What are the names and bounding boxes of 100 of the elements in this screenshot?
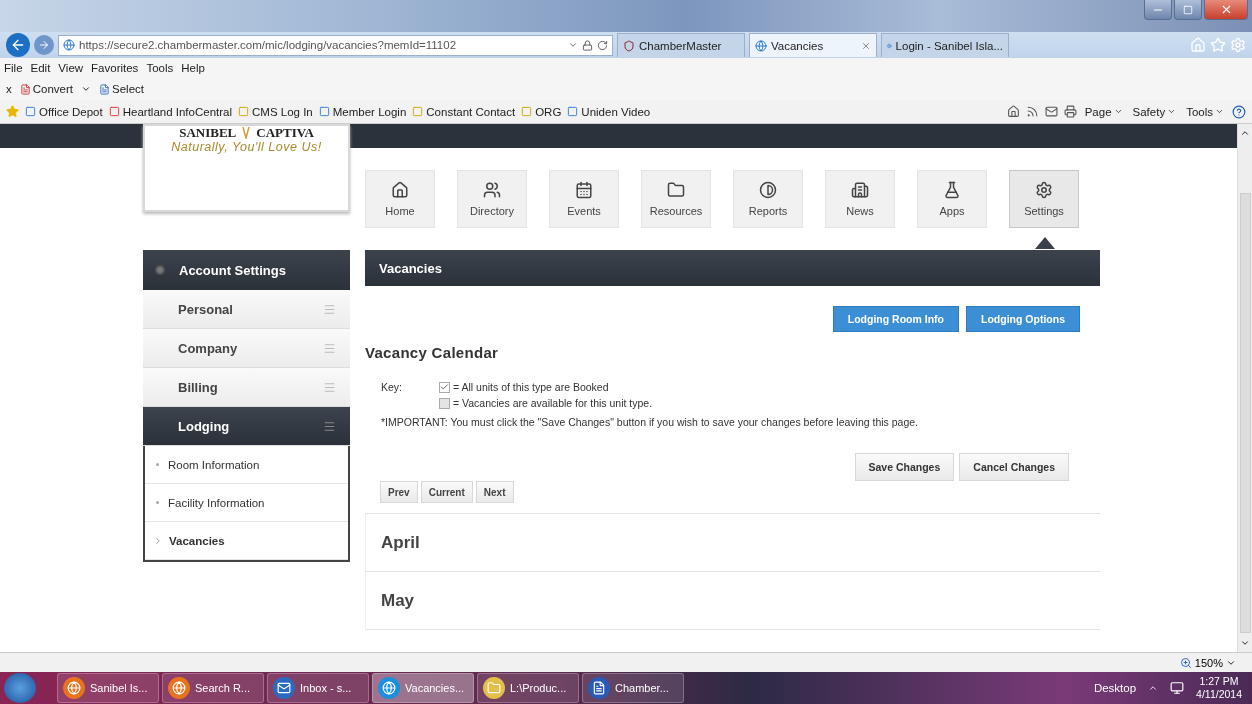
command-menu[interactable]: Page	[1082, 105, 1125, 118]
favorite-link[interactable]: Uniden Video	[567, 105, 651, 118]
action-button[interactable]: Cancel Changes	[959, 453, 1069, 481]
action-button[interactable]: Save Changes	[854, 453, 955, 481]
sidebar-subitem[interactable]: Facility Information	[145, 484, 348, 522]
taskbar-button[interactable]: L:\Produc...	[477, 673, 579, 703]
flask-icon	[943, 181, 961, 199]
caret-icon	[1215, 107, 1224, 116]
logo-tagline: Naturally, You'll Love Us!	[171, 140, 322, 154]
dropdown-icon[interactable]	[81, 84, 92, 94]
mail-icon[interactable]	[1044, 105, 1058, 118]
menu-item[interactable]: View	[58, 62, 84, 74]
nav-tile[interactable]: Resources	[641, 170, 711, 228]
favorite-link[interactable]: ORG	[521, 105, 562, 118]
month-header[interactable]: May	[366, 572, 1100, 630]
nav-tile[interactable]: Reports	[733, 170, 803, 228]
forward-arrow-icon	[38, 39, 50, 51]
clock[interactable]: 1:27 PM 4/11/2014	[1196, 675, 1242, 701]
address-field[interactable]: https://secure2.chambermaster.com/mic/lodging/vacancies?memId=11102	[58, 34, 613, 56]
minimize-button[interactable]	[1144, 0, 1172, 20]
menu-item[interactable]: Favorites	[91, 62, 139, 74]
sidebar-item[interactable]: Personal	[143, 290, 350, 329]
nav-tile[interactable]: Home	[365, 170, 435, 228]
nav-tile[interactable]: Directory	[457, 170, 527, 228]
taskbar-button[interactable]: Vacancies...	[372, 673, 474, 703]
close-toolbar[interactable]: x	[6, 83, 12, 95]
sidebar-item[interactable]: Billing	[143, 368, 350, 407]
mail-icon	[273, 677, 295, 699]
tray-expand-icon[interactable]	[1148, 683, 1159, 693]
menu-icon	[323, 380, 336, 394]
favorite-link[interactable]: Heartland InfoCentral	[108, 105, 233, 118]
logo-text: CAPTIVA	[256, 126, 314, 140]
menu-item[interactable]: Help	[181, 62, 205, 74]
dropdown-icon[interactable]	[568, 40, 578, 50]
close-button[interactable]	[1204, 0, 1248, 20]
network-icon[interactable]	[1170, 681, 1185, 695]
desktop-toolbar[interactable]: Desktop	[1093, 682, 1137, 694]
logo-mark-icon	[242, 127, 251, 139]
logo[interactable]: SANIBEL CAPTIVA Naturally, You'll Love Us!	[143, 124, 350, 212]
favorite-link[interactable]: Constant Contact	[412, 105, 516, 118]
refresh-icon[interactable]	[597, 39, 608, 51]
section-header: Vacancies	[365, 250, 1100, 286]
home-icon	[391, 181, 409, 199]
favorite-link[interactable]: CMS Log In	[238, 105, 313, 118]
scroll-up-icon[interactable]	[1240, 128, 1250, 138]
pager-button[interactable]: Next	[475, 481, 514, 503]
favorite-link[interactable]: Office Depot	[25, 105, 103, 118]
back-button[interactable]	[6, 33, 30, 57]
settings-icon	[1035, 181, 1053, 199]
print-icon[interactable]	[1063, 105, 1077, 118]
favorite-link[interactable]: Member Login	[318, 105, 407, 118]
sidebar-subitem[interactable]: Vacancies	[145, 522, 348, 560]
command-menu[interactable]: Safety	[1130, 105, 1179, 118]
page-icon	[108, 106, 120, 117]
taskbar-button[interactable]: Search R...	[162, 673, 264, 703]
forward-button[interactable]	[34, 35, 54, 55]
key-label: Key:	[381, 381, 403, 393]
section-heading: Vacancy Calendar	[365, 344, 500, 361]
menu-icon	[323, 341, 336, 355]
caret-icon	[153, 535, 163, 546]
pager-button[interactable]: Prev	[380, 481, 418, 503]
page-icon	[25, 106, 36, 117]
feed-icon[interactable]	[1025, 105, 1039, 118]
taskbar-button[interactable]: Inbox - s...	[267, 673, 369, 703]
month-header[interactable]: April	[366, 514, 1100, 572]
lock-icon	[582, 39, 593, 51]
menu-icon	[323, 419, 336, 433]
menu-item[interactable]: Edit	[30, 62, 51, 74]
start-button[interactable]	[4, 673, 36, 703]
select-button[interactable]: Select	[97, 83, 146, 95]
scroll-down-icon[interactable]	[1240, 638, 1250, 648]
nav-tile[interactable]: Apps	[917, 170, 987, 228]
pager-button[interactable]: Current	[420, 481, 473, 503]
taskbar-button[interactable]: Chamber...	[582, 673, 684, 703]
maximize-button[interactable]	[1174, 0, 1202, 20]
browser-tab[interactable]: ChamberMaster	[617, 33, 745, 57]
sidebar-item[interactable]: Lodging	[143, 407, 350, 446]
caret-icon	[1167, 107, 1177, 116]
menu-item[interactable]: Tools	[146, 62, 174, 74]
nav-tile[interactable]: News	[825, 170, 895, 228]
users-icon	[483, 181, 501, 199]
nav-tile[interactable]: Events	[549, 170, 619, 228]
convert-button[interactable]: Convert	[17, 83, 76, 95]
command-menu[interactable]: Tools	[1184, 105, 1226, 118]
close-icon[interactable]	[861, 40, 871, 51]
dot-icon	[155, 265, 165, 275]
folder-icon	[483, 677, 505, 699]
sidebar-item[interactable]: Company	[143, 329, 350, 368]
sidebar-subitem[interactable]: Room Information	[145, 446, 348, 484]
home-icon[interactable]	[1006, 105, 1020, 118]
key-text: = Vacancies are available for this unit type.	[453, 397, 653, 409]
taskbar-button[interactable]: Sanibel Is...	[57, 673, 159, 703]
maximize-icon	[1183, 4, 1193, 15]
zoom-level[interactable]: 150%	[1194, 656, 1223, 669]
scrollbar[interactable]	[1237, 124, 1252, 652]
menu-item[interactable]: File	[4, 62, 23, 74]
browser-tab[interactable]: Vacancies	[749, 33, 877, 57]
document-icon	[99, 83, 111, 95]
browser-tab[interactable]: Login - Sanibel Isla...	[881, 33, 1009, 57]
help-icon[interactable]	[1232, 104, 1246, 119]
